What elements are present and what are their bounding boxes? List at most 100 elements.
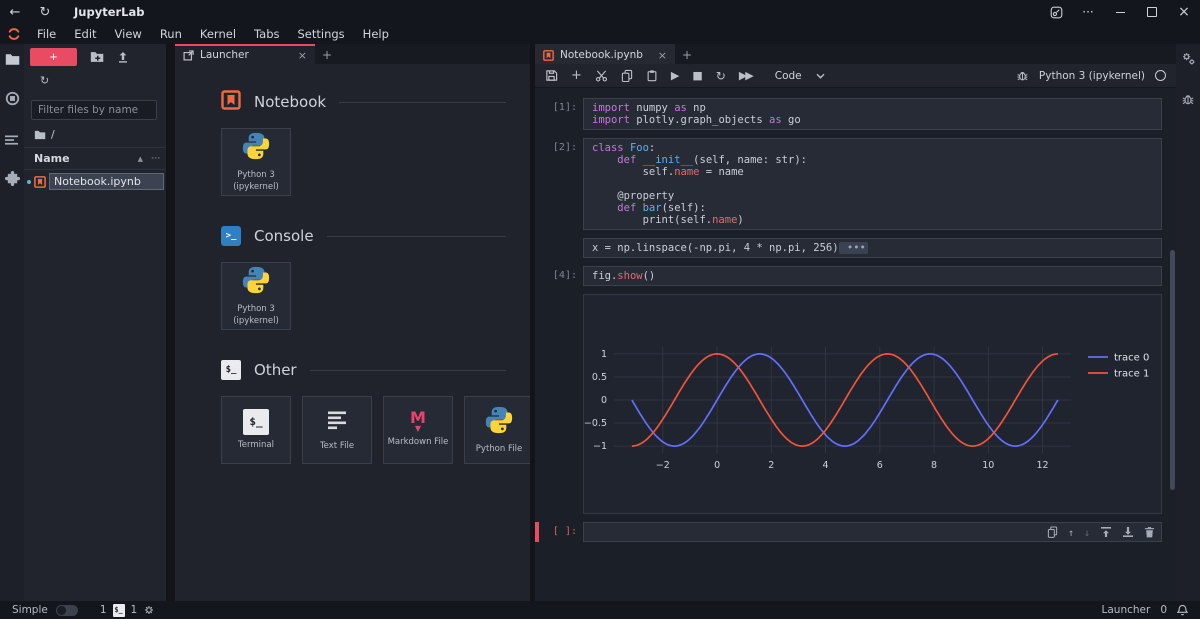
launcher-card-python-3-ipykernel-[interactable]: Python 3(ipykernel) bbox=[221, 262, 291, 330]
server-connection-icon[interactable] bbox=[1040, 0, 1072, 24]
notebook-toolbar: + ▶ ■ ↻ ▶▶ Code Python 3 (ipykernel) bbox=[535, 64, 1176, 88]
svg-text:8: 8 bbox=[931, 460, 937, 471]
launcher-sections: NotebookPython 3(ipykernel)>_ConsolePyth… bbox=[175, 64, 530, 601]
delete-cell-icon[interactable] bbox=[1144, 526, 1155, 542]
new-tab-icon[interactable]: + bbox=[315, 48, 339, 64]
save-icon[interactable] bbox=[545, 69, 558, 82]
duplicate-cell-icon[interactable] bbox=[1047, 526, 1058, 542]
terminals-count[interactable]: 1 bbox=[100, 604, 107, 616]
interrupt-kernel-icon[interactable]: ■ bbox=[692, 69, 702, 82]
card-label: Markdown File bbox=[388, 437, 449, 448]
insert-cell-icon[interactable]: + bbox=[571, 68, 582, 83]
close-icon[interactable]: × bbox=[1168, 0, 1200, 24]
launcher-card-text-file[interactable]: Text File bbox=[302, 396, 372, 464]
launcher-card-python-3-ipykernel-[interactable]: Python 3(ipykernel) bbox=[221, 128, 291, 196]
tab-notebook[interactable]: Notebook.ipynb × bbox=[535, 44, 675, 64]
column-options-icon[interactable]: ⋯ bbox=[151, 154, 160, 164]
launcher-card-python-file[interactable]: Python File bbox=[464, 396, 530, 464]
statusbar-context[interactable]: Launcher bbox=[1102, 604, 1151, 616]
file-row[interactable]: Notebook.ipynb bbox=[24, 170, 166, 193]
minimize-icon[interactable] bbox=[1104, 0, 1136, 24]
menubar-items: FileEditViewRunKernelTabsSettingsHelp bbox=[28, 24, 398, 44]
debugger-panel-icon[interactable] bbox=[1181, 91, 1195, 110]
menu-kernel[interactable]: Kernel bbox=[191, 24, 245, 44]
refresh-icon[interactable]: ↻ bbox=[40, 74, 49, 87]
column-name-header[interactable]: Name bbox=[34, 152, 70, 165]
notebook-icon bbox=[543, 50, 554, 61]
insert-cell-below-icon[interactable] bbox=[1122, 526, 1134, 542]
breadcrumb[interactable]: / bbox=[24, 120, 166, 147]
menu-run[interactable]: Run bbox=[151, 24, 191, 44]
notifications-count[interactable]: 0 bbox=[1160, 604, 1167, 616]
new-tab-icon[interactable]: + bbox=[675, 48, 699, 64]
move-cell-down-icon[interactable]: ↓ bbox=[1084, 528, 1090, 540]
launcher-card-terminal[interactable]: $_Terminal bbox=[221, 396, 291, 464]
card-label: Text File bbox=[320, 441, 354, 452]
kernel-status-icon[interactable] bbox=[1155, 70, 1166, 81]
card-label: Terminal bbox=[238, 440, 274, 451]
insert-cell-above-icon[interactable] bbox=[1100, 526, 1112, 542]
svg-text:4: 4 bbox=[822, 460, 828, 471]
new-launcher-button[interactable]: + bbox=[30, 48, 77, 66]
splitter[interactable] bbox=[166, 44, 175, 601]
new-folder-icon[interactable] bbox=[90, 51, 104, 63]
running-sessions-icon[interactable] bbox=[5, 91, 20, 110]
extensions-icon[interactable] bbox=[5, 171, 20, 190]
property-inspector-icon[interactable] bbox=[1181, 51, 1196, 70]
menu-help[interactable]: Help bbox=[354, 24, 398, 44]
sort-ascending-icon[interactable]: ▲ bbox=[138, 155, 143, 163]
restart-kernel-icon[interactable]: ↻ bbox=[716, 69, 726, 83]
menu-view[interactable]: View bbox=[106, 24, 151, 44]
menu-file[interactable]: File bbox=[28, 24, 65, 44]
cell-editor[interactable]: x = np.linspace(-np.pi, 4 * np.pi, 256) … bbox=[583, 238, 1162, 258]
file-list-header[interactable]: Name ▲ ⋯ bbox=[24, 147, 166, 170]
tab-label: Notebook.ipynb bbox=[560, 49, 643, 61]
tab-close-icon[interactable]: × bbox=[658, 49, 667, 62]
cut-cells-icon[interactable] bbox=[595, 69, 608, 82]
terminal-icon: $_ bbox=[113, 604, 125, 617]
cell-editor[interactable]: class Foo: def __init__(self, name: str)… bbox=[583, 138, 1162, 230]
cell-editor[interactable]: import numpy as npimport plotly.graph_ob… bbox=[583, 98, 1162, 130]
simple-mode-toggle[interactable] bbox=[56, 605, 78, 616]
launcher-panel: Launcher × + NotebookPython 3(ipykernel)… bbox=[175, 44, 530, 601]
more-menu-icon[interactable]: ··· bbox=[1072, 0, 1104, 24]
move-cell-up-icon[interactable]: ↑ bbox=[1068, 528, 1074, 540]
back-icon[interactable]: ← bbox=[0, 5, 30, 20]
cell-editor[interactable]: fig.show() bbox=[583, 266, 1162, 286]
python-icon bbox=[241, 265, 271, 299]
svg-text:6: 6 bbox=[877, 460, 883, 471]
python-icon bbox=[241, 131, 271, 165]
bell-icon[interactable] bbox=[1177, 604, 1188, 616]
copy-cells-icon[interactable] bbox=[621, 69, 633, 82]
file-browser-icon[interactable] bbox=[5, 51, 20, 70]
svg-text:−2: −2 bbox=[656, 460, 670, 471]
upload-icon[interactable] bbox=[117, 51, 129, 63]
tab-launcher[interactable]: Launcher × bbox=[175, 44, 315, 64]
folder-icon bbox=[34, 130, 46, 140]
tab-close-icon[interactable]: × bbox=[298, 49, 307, 62]
svg-text:12: 12 bbox=[1036, 460, 1048, 471]
paste-cells-icon[interactable] bbox=[646, 69, 658, 82]
cell-prompt: [2]: bbox=[539, 138, 583, 230]
kernels-count[interactable]: 1 bbox=[131, 604, 138, 616]
cell-output-chart: −1−0.500.51−2024681012trace 0trace 1 bbox=[583, 294, 1162, 514]
chevron-down-icon bbox=[816, 73, 825, 79]
cell-type-dropdown[interactable]: Code bbox=[775, 70, 825, 82]
menu-settings[interactable]: Settings bbox=[289, 24, 354, 44]
maximize-icon[interactable] bbox=[1136, 0, 1168, 24]
launcher-card-markdown-file[interactable]: M▼Markdown File bbox=[383, 396, 453, 464]
debugger-icon[interactable] bbox=[1016, 69, 1029, 82]
filter-files-input[interactable] bbox=[31, 100, 157, 120]
reload-icon[interactable]: ↻ bbox=[30, 5, 60, 20]
cell-type-value: Code bbox=[775, 70, 802, 82]
card-label: Python 3(ipykernel) bbox=[233, 304, 279, 326]
scrollbar-thumb[interactable] bbox=[1170, 250, 1175, 490]
kernel-name-button[interactable]: Python 3 (ipykernel) bbox=[1039, 70, 1145, 82]
cell-editor[interactable]: ↑↓ bbox=[583, 522, 1162, 542]
menu-tabs[interactable]: Tabs bbox=[245, 24, 288, 44]
restart-run-all-icon[interactable]: ▶▶ bbox=[739, 69, 752, 82]
run-cell-icon[interactable]: ▶ bbox=[671, 69, 679, 82]
menu-edit[interactable]: Edit bbox=[65, 24, 105, 44]
kernel-icon bbox=[143, 604, 155, 616]
table-of-contents-icon[interactable] bbox=[5, 131, 19, 150]
